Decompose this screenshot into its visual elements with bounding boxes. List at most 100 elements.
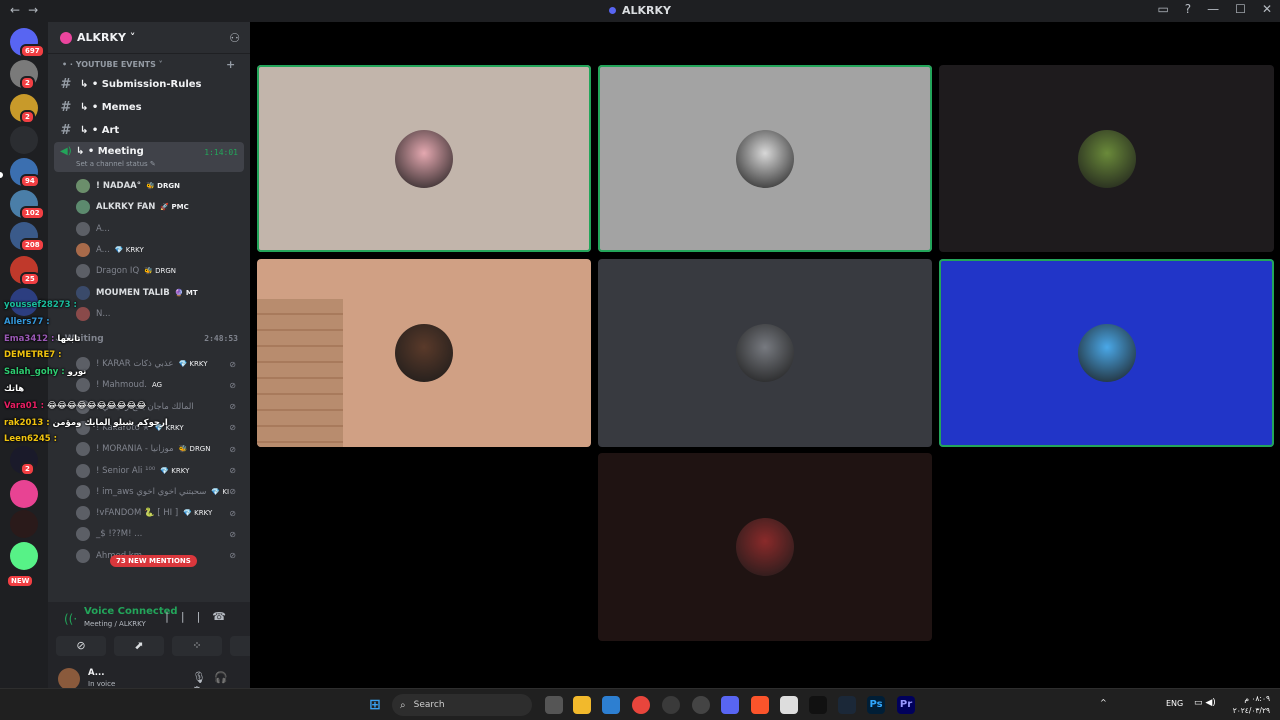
category-youtube-events[interactable]: • · YOUTUBE EVENTS ˅ + bbox=[62, 58, 235, 71]
member-tag: 💎 KRKY bbox=[183, 509, 213, 518]
voice-member[interactable]: MOUMEN TALIB 🔮 MT bbox=[76, 283, 242, 303]
server-avatar bbox=[60, 31, 72, 44]
user-panel: ((· Voice Connected Meeting / ALKRKY |||… bbox=[48, 602, 250, 688]
member-name: ! المالك ماجان يتتح زحيحتي bbox=[96, 401, 194, 412]
unread-badge: 102 bbox=[20, 206, 45, 220]
voice-member[interactable]: A... 💎 KRKY bbox=[76, 240, 242, 260]
close-button[interactable]: ✕ bbox=[1262, 2, 1272, 16]
hash-icon: # bbox=[60, 99, 72, 115]
voice-member[interactable]: ! KARAR عذبي ذكات 💎 KRKY ⊘ bbox=[76, 354, 242, 374]
app-icon[interactable] bbox=[662, 696, 680, 714]
invite-icon[interactable]: ⚇ bbox=[229, 31, 240, 45]
member-name: A... bbox=[96, 244, 110, 255]
participant-tile[interactable] bbox=[257, 259, 591, 447]
voice-member[interactable]: _$ !??M! ... ⊘ bbox=[76, 524, 242, 544]
member-name: _$ !??M! ... bbox=[96, 529, 143, 540]
muted-icon: ⊘ bbox=[229, 423, 236, 433]
server-10[interactable] bbox=[10, 510, 38, 538]
server-9[interactable] bbox=[10, 480, 38, 508]
chrome-icon[interactable] bbox=[632, 696, 650, 714]
participant-avatar bbox=[395, 324, 453, 382]
channel-memes[interactable]: # ↳ • Memes bbox=[58, 98, 238, 116]
voice-member[interactable]: ! MORANIA - موزانيا 🐝 DRGN ⊘ bbox=[76, 439, 242, 459]
windows-start-icon[interactable]: ⊞ bbox=[366, 696, 384, 714]
soundboard-button[interactable]: ✺ bbox=[230, 636, 250, 656]
avatar bbox=[76, 221, 90, 236]
participant-avatar bbox=[395, 129, 453, 188]
avatar bbox=[76, 506, 90, 521]
member-name: MOUMEN TALIB bbox=[96, 287, 170, 298]
taskbar-clock[interactable]: ٠٨:٠٩ م ٢٠٢٤/٠٣/٢٩ bbox=[1233, 693, 1270, 717]
maximize-button[interactable]: ☐ bbox=[1235, 2, 1246, 16]
voice-actions[interactable]: |||☎ bbox=[165, 610, 238, 623]
help-icon[interactable]: ? bbox=[1185, 2, 1191, 16]
task-view-icon[interactable] bbox=[545, 696, 563, 714]
voice-member[interactable]: A... bbox=[76, 219, 242, 239]
voice-channel-meeting[interactable]: ◀) ↳ • Meeting 1:14:01 Set a channel sta… bbox=[54, 142, 244, 172]
disconnect-icon[interactable]: ☎ bbox=[212, 610, 238, 623]
participant-tile[interactable] bbox=[939, 65, 1274, 252]
voice-member[interactable]: ! Senior Ali ¹⁰⁰ 💎 KRKY ⊘ bbox=[76, 461, 242, 481]
brave-icon[interactable] bbox=[751, 696, 769, 714]
channel-submission-rules[interactable]: # ↳ • Submission-Rules bbox=[58, 75, 238, 93]
participant-tile[interactable] bbox=[598, 259, 932, 447]
member-name: ! MORANIA - موزانيا bbox=[96, 444, 174, 455]
network-icon[interactable]: ▭ ◀) bbox=[1194, 698, 1216, 708]
inbox-icon[interactable]: ▭ bbox=[1157, 2, 1168, 16]
capcut-icon[interactable] bbox=[809, 696, 827, 714]
voice-member[interactable]: N... bbox=[76, 304, 242, 324]
server-header[interactable]: ALKRKY ˅ ⚇ bbox=[48, 22, 250, 54]
store-icon[interactable] bbox=[602, 696, 620, 714]
voice-member[interactable]: Dragon IQ 🐝 DRGN bbox=[76, 261, 242, 281]
server-name[interactable]: ALKRKY ˅ bbox=[77, 31, 135, 44]
photoshop-icon[interactable]: Ps bbox=[867, 696, 885, 714]
channel-art[interactable]: # ↳ • Art bbox=[58, 121, 238, 139]
steam-client-icon[interactable] bbox=[838, 696, 856, 714]
server-cloud[interactable] bbox=[10, 126, 38, 154]
language-indicator[interactable]: ENG bbox=[1166, 699, 1183, 708]
server-new[interactable] bbox=[10, 542, 38, 570]
file-explorer-icon[interactable] bbox=[573, 696, 591, 714]
avatar[interactable] bbox=[58, 668, 80, 688]
unread-badge: 2 bbox=[20, 462, 35, 476]
voice-member[interactable]: ! Kakaroto ✭ 💎 KRKY ⊘ bbox=[76, 418, 242, 438]
voice-member[interactable]: ! المالك ماجان يتتح زحيحتي ⊘ bbox=[76, 397, 242, 417]
new-mentions-button[interactable]: 73 NEW MENTIONS bbox=[110, 555, 197, 567]
tray-expand-icon[interactable]: ^ bbox=[1100, 698, 1107, 707]
participant-avatar bbox=[1077, 129, 1136, 188]
participant-tile[interactable] bbox=[257, 65, 591, 252]
notepad-icon[interactable] bbox=[780, 696, 798, 714]
steam-icon[interactable] bbox=[692, 696, 710, 714]
voice-member[interactable]: ! Mahmoud. AG ⊘ bbox=[76, 375, 242, 395]
window-controls[interactable]: ▭ ? — ☐ ✕ bbox=[1157, 2, 1272, 16]
voice-location[interactable]: Meeting / ALKRKY bbox=[84, 620, 146, 628]
server-7[interactable] bbox=[10, 288, 38, 316]
headphones-icon[interactable]: 🎧 bbox=[214, 671, 236, 684]
camera-button[interactable]: ⊘ bbox=[56, 636, 106, 656]
participant-tile[interactable] bbox=[598, 453, 932, 641]
channel-sidebar: ALKRKY ˅ ⚇ • · YOUTUBE EVENTS ˅ + # ↳ • S… bbox=[48, 22, 250, 688]
discord-icon[interactable] bbox=[721, 696, 739, 714]
taskbar-search[interactable]: ⌕ Search bbox=[392, 694, 532, 716]
current-user[interactable]: A... In voice 🎙🎧⚙ bbox=[58, 668, 248, 688]
voice-member[interactable]: ! NADAA° 🐝 DRGN bbox=[76, 176, 242, 196]
voice-channel-waiting[interactable]: ⌄ Waiting 2:48:53 bbox=[54, 334, 244, 344]
add-channel-icon[interactable]: + bbox=[226, 58, 235, 71]
voice-member[interactable]: !vFANDOM 🐍 [ HI ] 💎 KRKY ⊘ bbox=[76, 503, 242, 523]
user-controls[interactable]: 🎙🎧⚙ bbox=[192, 671, 248, 688]
activities-button[interactable]: ⁘ bbox=[172, 636, 222, 656]
voice-member[interactable]: ALKRKY FAN 🚀 PMC bbox=[76, 197, 242, 217]
mic-icon[interactable]: 🎙 bbox=[192, 671, 214, 684]
minimize-button[interactable]: — bbox=[1207, 2, 1219, 16]
participant-tile[interactable] bbox=[939, 259, 1274, 447]
noise-icon[interactable]: ||| bbox=[165, 610, 212, 623]
voice-member[interactable]: ! im_aws سحبتني اخوي اخوي 💎 KI ⊘ bbox=[76, 482, 242, 502]
participant-tile[interactable] bbox=[598, 65, 932, 252]
screen-share-button[interactable]: ⬈ bbox=[114, 636, 164, 656]
voice-connected-status[interactable]: Voice Connected bbox=[84, 606, 178, 617]
premiere-icon[interactable]: Pr bbox=[897, 696, 915, 714]
muted-icon: ⊘ bbox=[229, 380, 236, 390]
avatar bbox=[76, 200, 90, 215]
channel-status[interactable]: Set a channel status ✎ bbox=[76, 160, 156, 168]
member-name: ! Senior Ali ¹⁰⁰ bbox=[96, 465, 156, 476]
